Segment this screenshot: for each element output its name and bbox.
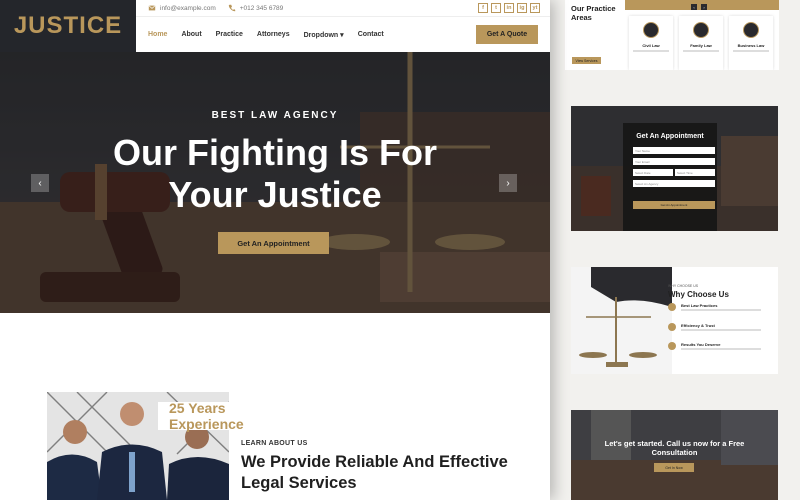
carousel-prev-button[interactable]: ‹ bbox=[31, 174, 49, 192]
practice-next-dot[interactable]: › bbox=[701, 4, 707, 10]
scale-icon bbox=[643, 22, 659, 38]
practice-card-civil[interactable]: Civil Law bbox=[629, 16, 673, 70]
hero-title-line-1: Our Fighting Is For bbox=[113, 132, 437, 173]
family-icon bbox=[693, 22, 709, 38]
experience-badge: 25 Years Experience bbox=[158, 400, 298, 432]
get-quote-button[interactable]: Get A Quote bbox=[476, 25, 538, 44]
why-subtitle: WHY CHOOSE US bbox=[668, 284, 699, 288]
nav-contact[interactable]: Contact bbox=[358, 31, 384, 38]
social-links: f t in ig yt bbox=[478, 3, 540, 13]
check-icon bbox=[668, 303, 676, 311]
hero-appointment-button[interactable]: Get An Appointment bbox=[218, 232, 329, 254]
logo-box[interactable]: JUSTICE bbox=[0, 0, 136, 52]
appointment-title: Get An Appointment bbox=[636, 133, 704, 140]
why-item-title: Best Law Practices bbox=[681, 303, 718, 308]
preview-practice-areas: ‹ › Our Practice Areas View Services Civ… bbox=[565, 0, 779, 70]
hero-title-line-2: Your Justice bbox=[168, 174, 382, 215]
why-item-title: Results You Deserve bbox=[681, 342, 721, 347]
date-field[interactable]: Select Date bbox=[633, 169, 673, 176]
envelope-icon bbox=[148, 5, 156, 11]
why-title: Why Choose Us bbox=[668, 290, 729, 299]
preview-appointment: Get An Appointment Your Name Your Email … bbox=[571, 106, 778, 231]
preview-consultation-cta: Let's get started. Call us now for a Fre… bbox=[571, 410, 778, 500]
briefcase-icon bbox=[743, 22, 759, 38]
appointment-form: Get An Appointment Your Name Your Email … bbox=[623, 123, 717, 231]
main-page: JUSTICE info@example.com +012 345 6789 f… bbox=[0, 0, 550, 500]
email-field[interactable]: Your Email bbox=[633, 158, 715, 165]
twitter-icon[interactable]: t bbox=[491, 3, 501, 13]
scales-photo-art bbox=[571, 267, 672, 374]
carousel-next-button[interactable]: › bbox=[499, 174, 517, 192]
why-item-title: Efficiency & Trust bbox=[681, 323, 715, 328]
practice-title: Our Practice Areas bbox=[571, 4, 616, 22]
view-services-button[interactable]: View Services bbox=[572, 57, 601, 64]
practice-card-title: Civil Law bbox=[642, 43, 660, 48]
hero-subtitle: BEST LAW AGENCY bbox=[211, 110, 339, 121]
practice-card-title: Business Law bbox=[737, 43, 765, 48]
cta-button[interactable]: Get In Now bbox=[654, 463, 694, 472]
hero-title: Our Fighting Is For Your Justice bbox=[0, 132, 550, 216]
email-item[interactable]: info@example.com bbox=[148, 4, 216, 12]
phone-text: +012 345 6789 bbox=[239, 4, 284, 12]
email-text: info@example.com bbox=[160, 4, 216, 12]
practice-card-text bbox=[733, 50, 769, 52]
main-nav: Home About Practice Attorneys Dropdown ▾… bbox=[136, 17, 550, 52]
about-title: We Provide Reliable And Effective Legal … bbox=[241, 453, 508, 492]
why-item-text bbox=[681, 348, 761, 350]
youtube-icon[interactable]: yt bbox=[530, 3, 540, 13]
caret-down-icon: ▾ bbox=[340, 31, 344, 39]
check-icon bbox=[668, 323, 676, 331]
instagram-icon[interactable]: ig bbox=[517, 3, 527, 13]
cta-text: Let's get started. Call us now for a Fre… bbox=[604, 439, 745, 457]
nav-practice[interactable]: Practice bbox=[216, 31, 243, 38]
time-field[interactable]: Select Time bbox=[675, 169, 715, 176]
nav-attorneys[interactable]: Attorneys bbox=[257, 31, 290, 38]
phone-icon bbox=[228, 4, 235, 12]
about-label: LEARN ABOUT US bbox=[241, 440, 308, 447]
nav-dropdown[interactable]: Dropdown ▾ bbox=[304, 31, 344, 39]
hero-carousel: BEST LAW AGENCY Our Fighting Is For Your… bbox=[0, 52, 550, 313]
check-icon bbox=[668, 342, 676, 350]
nav-about[interactable]: About bbox=[181, 31, 201, 38]
topbar: info@example.com +012 345 6789 f t in ig… bbox=[136, 0, 550, 17]
facebook-icon[interactable]: f bbox=[478, 3, 488, 13]
agency-select[interactable]: Select An Agency bbox=[633, 180, 715, 187]
practice-prev-dot[interactable]: ‹ bbox=[691, 4, 697, 10]
chevron-right-icon: › bbox=[506, 177, 510, 189]
why-item-text bbox=[681, 329, 761, 331]
logo[interactable]: JUSTICE bbox=[14, 12, 122, 40]
why-item-text bbox=[681, 309, 761, 311]
practice-card-text bbox=[633, 50, 669, 52]
practice-card-title: Family Law bbox=[690, 43, 712, 48]
preview-why-choose-us: WHY CHOOSE US Why Choose Us Best Law Pra… bbox=[571, 267, 778, 374]
linkedin-icon[interactable]: in bbox=[504, 3, 514, 13]
nav-home[interactable]: Home bbox=[148, 31, 167, 38]
practice-card-text bbox=[683, 50, 719, 52]
phone-item[interactable]: +012 345 6789 bbox=[228, 4, 284, 12]
chevron-left-icon: ‹ bbox=[38, 177, 42, 189]
practice-card-family[interactable]: Family Law bbox=[679, 16, 723, 70]
nav-dropdown-label: Dropdown bbox=[303, 31, 339, 39]
appointment-submit-button[interactable]: Get An Appointment bbox=[633, 201, 715, 209]
practice-card-business[interactable]: Business Law bbox=[729, 16, 773, 70]
name-field[interactable]: Your Name bbox=[633, 147, 715, 154]
scales-photo bbox=[571, 267, 672, 374]
